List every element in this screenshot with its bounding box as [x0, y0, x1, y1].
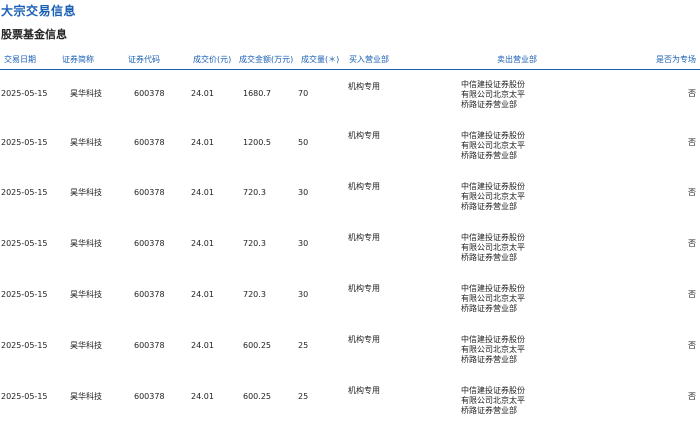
cell-buyer: 机构专用 [348, 284, 380, 293]
cell-price: 24.01 [191, 392, 214, 401]
cell-special: 否 [688, 290, 696, 299]
table-row: 2025-05-15 昊华科技 600378 24.01 600.25 25 机… [0, 386, 700, 436]
cell-seller: 中信建投证券股份有限公司北京太平桥路证券营业部 [461, 284, 525, 313]
cell-buyer: 机构专用 [348, 386, 380, 395]
cell-special: 否 [688, 89, 696, 98]
cell-buyer: 机构专用 [348, 131, 380, 140]
column-header-price[interactable]: 成交价(元) [193, 55, 231, 64]
column-header-special[interactable]: 是否为专场 [656, 55, 696, 64]
cell-buyer: 机构专用 [348, 182, 380, 191]
cell-seller: 中信建投证券股份有限公司北京太平桥路证券营业部 [461, 233, 525, 262]
cell-volume: 70 [298, 89, 309, 98]
cell-name: 昊华科技 [70, 89, 102, 98]
table-row: 2025-05-15 昊华科技 600378 24.01 720.3 30 机构… [0, 284, 700, 334]
cell-date: 2025-05-15 [1, 290, 48, 299]
column-header-seller[interactable]: 卖出营业部 [497, 55, 537, 64]
cell-amount: 1200.5 [243, 138, 271, 147]
page-title: 大宗交易信息 [1, 4, 77, 18]
column-header-code[interactable]: 证券代码 [128, 55, 160, 64]
table-row: 2025-05-15 昊华科技 600378 24.01 1200.5 50 机… [0, 131, 700, 181]
cell-price: 24.01 [191, 341, 214, 350]
cell-special: 否 [688, 138, 696, 147]
column-header-volume[interactable]: 成交量(＊) [301, 55, 339, 64]
cell-special: 否 [688, 239, 696, 248]
cell-date: 2025-05-15 [1, 341, 48, 350]
cell-volume: 50 [298, 138, 309, 147]
column-header-buyer[interactable]: 买入营业部 [349, 55, 389, 64]
cell-volume: 30 [298, 239, 309, 248]
cell-volume: 25 [298, 341, 309, 350]
cell-special: 否 [688, 341, 696, 350]
cell-special: 否 [688, 392, 696, 401]
cell-seller: 中信建投证券股份有限公司北京太平桥路证券营业部 [461, 386, 525, 415]
cell-buyer: 机构专用 [348, 233, 380, 242]
cell-date: 2025-05-15 [1, 392, 48, 401]
table-row: 2025-05-15 昊华科技 600378 24.01 1680.7 70 机… [0, 80, 700, 130]
cell-buyer: 机构专用 [348, 82, 380, 91]
cell-name: 昊华科技 [70, 138, 102, 147]
cell-code: 600378 [134, 138, 165, 147]
table-row: 2025-05-15 昊华科技 600378 24.01 720.3 30 机构… [0, 182, 700, 232]
cell-name: 昊华科技 [70, 239, 102, 248]
cell-price: 24.01 [191, 138, 214, 147]
cell-price: 24.01 [191, 89, 214, 98]
cell-name: 昊华科技 [70, 341, 102, 350]
cell-volume: 25 [298, 392, 309, 401]
cell-buyer: 机构专用 [348, 335, 380, 344]
cell-seller: 中信建投证券股份有限公司北京太平桥路证券营业部 [461, 182, 525, 211]
cell-seller: 中信建投证券股份有限公司北京太平桥路证券营业部 [461, 131, 525, 160]
cell-name: 昊华科技 [70, 392, 102, 401]
table-header: 交易日期 证券简称 证券代码 成交价(元) 成交金额(万元) 成交量(＊) 买入… [0, 49, 700, 70]
table-row: 2025-05-15 昊华科技 600378 24.01 600.25 25 机… [0, 335, 700, 385]
column-header-amount[interactable]: 成交金额(万元) [239, 55, 293, 64]
column-header-name[interactable]: 证券简称 [62, 55, 94, 64]
cell-code: 600378 [134, 341, 165, 350]
cell-volume: 30 [298, 290, 309, 299]
cell-date: 2025-05-15 [1, 188, 48, 197]
cell-amount: 720.3 [243, 239, 266, 248]
cell-code: 600378 [134, 188, 165, 197]
cell-price: 24.01 [191, 290, 214, 299]
cell-price: 24.01 [191, 188, 214, 197]
cell-volume: 30 [298, 188, 309, 197]
cell-amount: 1680.7 [243, 89, 271, 98]
cell-code: 600378 [134, 239, 165, 248]
cell-amount: 600.25 [243, 341, 271, 350]
cell-amount: 600.25 [243, 392, 271, 401]
cell-code: 600378 [134, 89, 165, 98]
cell-amount: 720.3 [243, 188, 266, 197]
table-row: 2025-05-15 昊华科技 600378 24.01 720.3 30 机构… [0, 233, 700, 283]
column-header-date[interactable]: 交易日期 [4, 55, 36, 64]
cell-date: 2025-05-15 [1, 89, 48, 98]
cell-price: 24.01 [191, 239, 214, 248]
cell-name: 昊华科技 [70, 290, 102, 299]
cell-seller: 中信建投证券股份有限公司北京太平桥路证券营业部 [461, 335, 525, 364]
cell-code: 600378 [134, 290, 165, 299]
cell-amount: 720.3 [243, 290, 266, 299]
cell-name: 昊华科技 [70, 188, 102, 197]
cell-date: 2025-05-15 [1, 239, 48, 248]
cell-seller: 中信建投证券股份有限公司北京太平桥路证券营业部 [461, 80, 525, 109]
cell-special: 否 [688, 188, 696, 197]
cell-code: 600378 [134, 392, 165, 401]
cell-date: 2025-05-15 [1, 138, 48, 147]
section-title: 股票基金信息 [1, 28, 67, 41]
